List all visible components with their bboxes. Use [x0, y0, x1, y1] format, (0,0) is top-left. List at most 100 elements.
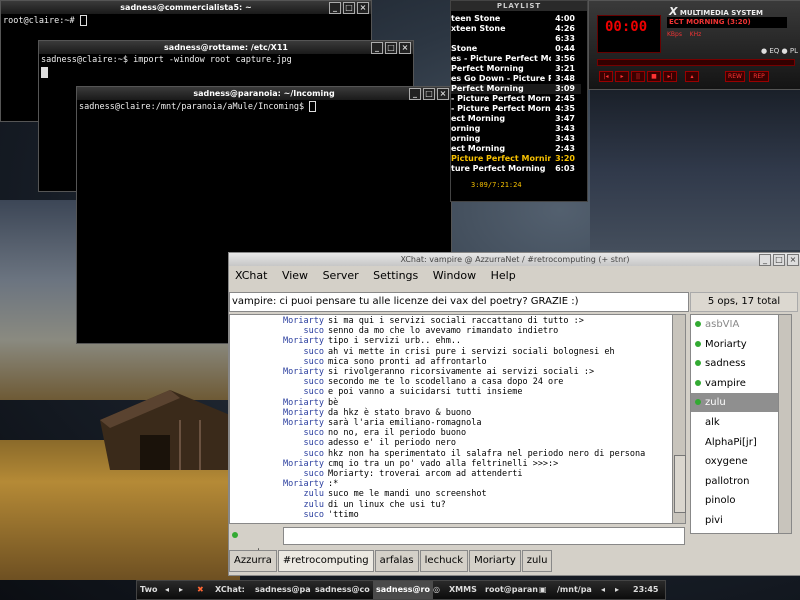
topic-field[interactable]: vampire: ci puoi pensare tu alle licenze… — [229, 292, 689, 312]
message-nick[interactable]: Moriarty — [230, 459, 324, 469]
maximize-icon[interactable]: □ — [773, 254, 785, 266]
user-list-item[interactable]: pallotron — [691, 472, 779, 491]
message-nick[interactable]: zulu — [230, 489, 324, 499]
terminal-titlebar[interactable]: sadness@commercialista5: ~ _ □ × — [1, 1, 371, 14]
channel-tab[interactable]: zulu — [521, 550, 553, 572]
minimize-icon[interactable]: _ — [371, 42, 383, 54]
message-nick[interactable]: Moriarty — [230, 316, 324, 326]
menu-view[interactable]: View — [282, 269, 308, 282]
playlist-row[interactable]: ect Morning 2:43 — [451, 144, 581, 154]
message-nick[interactable]: suco — [230, 357, 324, 367]
playlist-row[interactable]: orning 3:43 — [451, 124, 581, 134]
playlist-row[interactable]: xteen Stone 4:26 — [451, 24, 581, 34]
message-nick[interactable]: Moriarty — [230, 398, 324, 408]
user-list-item[interactable]: pivi — [691, 511, 779, 530]
message-nick[interactable]: suco — [230, 469, 324, 479]
close-icon[interactable]: × — [787, 254, 799, 266]
message-nick[interactable]: Moriarty — [230, 336, 324, 346]
maximize-icon[interactable]: □ — [385, 42, 397, 54]
user-list-item[interactable]: AlphaPi[jr] — [691, 433, 779, 452]
playlist-row[interactable]: - Picture Perfect Morning 2:45 — [451, 94, 581, 104]
task-root-paran[interactable]: root@paran — [485, 581, 538, 599]
user-list-item[interactable]: pinolo — [691, 491, 779, 510]
user-list[interactable]: asbVIA Moriarty sadness vampire zulu alk Alpha… — [690, 314, 780, 534]
task-xchat[interactable]: XChat: — [215, 581, 245, 599]
task-prev-icon[interactable]: ◂ — [601, 581, 605, 599]
user-list-item[interactable]: zulu — [691, 393, 779, 413]
user-list-item[interactable]: sadness — [691, 354, 779, 373]
playlist-row[interactable]: - Picture Perfect Morning 4:35 — [451, 104, 581, 114]
seek-bar[interactable] — [597, 59, 795, 66]
next-desktop-icon[interactable]: ▸ — [179, 581, 183, 599]
channel-tab[interactable]: Moriarty — [469, 550, 521, 572]
nick-button[interactable]: vampire — [229, 527, 281, 559]
task-xmms[interactable]: XMMS — [449, 581, 477, 599]
message-nick[interactable]: suco — [230, 428, 324, 438]
channel-tab[interactable]: lechuck — [419, 550, 469, 572]
task-next-icon[interactable]: ▸ — [615, 581, 619, 599]
menu-server[interactable]: Server — [323, 269, 359, 282]
channel-tab[interactable]: #retrocomputing — [277, 550, 374, 572]
message-nick[interactable]: Moriarty — [230, 418, 324, 428]
user-list-scrollbar[interactable] — [778, 314, 792, 534]
close-icon[interactable]: × — [437, 88, 449, 100]
channel-tab[interactable]: Azzurra — [229, 550, 277, 572]
xmms-playlist-window[interactable]: PLAYLIST teen Stone 4:00 xteen Stone 4:26 6:… — [450, 0, 588, 202]
terminal-titlebar[interactable]: sadness@paranoia: ~/Incoming _ □ × — [77, 87, 451, 100]
pause-button[interactable]: || — [631, 71, 645, 82]
user-list-item[interactable]: vampire — [691, 374, 779, 393]
user-list-item[interactable]: asbVIA — [691, 315, 779, 334]
play-button[interactable]: ▸ — [615, 71, 629, 82]
message-nick[interactable]: suco — [230, 510, 324, 520]
user-list-item[interactable]: alk — [691, 413, 779, 432]
user-list-item[interactable]: oxygene — [691, 452, 779, 471]
message-nick[interactable]: Moriarty — [230, 479, 324, 489]
next-button[interactable]: ▸| — [663, 71, 677, 82]
terminal-titlebar[interactable]: sadness@rottame: /etc/X11 _ □ × — [39, 41, 413, 54]
message-nick[interactable]: suco — [230, 326, 324, 336]
playlist-row[interactable]: Stone 0:44 — [451, 44, 581, 54]
stop-button[interactable]: ■ — [647, 71, 661, 82]
message-nick[interactable]: suco — [230, 387, 324, 397]
channel-tab[interactable]: arfalas — [374, 550, 419, 572]
message-nick[interactable]: suco — [230, 377, 324, 387]
chat-scrollbar[interactable] — [672, 314, 686, 524]
minimize-icon[interactable]: _ — [329, 2, 341, 14]
playlist-row[interactable]: Picture Perfect Morning 3:20 — [451, 154, 581, 164]
prev-desktop-icon[interactable]: ◂ — [165, 581, 169, 599]
playlist-row[interactable]: Perfect Morning 3:21 — [451, 64, 581, 74]
menu-settings[interactable]: Settings — [373, 269, 418, 282]
playlist-row[interactable]: Perfect Morning 3:09 — [451, 84, 581, 94]
message-nick[interactable]: Moriarty — [230, 408, 324, 418]
prev-button[interactable]: |◂ — [599, 71, 613, 82]
xchat-titlebar[interactable]: XChat: vampire @ AzzurraNet / #retrocomp… — [229, 253, 800, 266]
message-nick[interactable]: suco — [230, 347, 324, 357]
message-nick[interactable]: suco — [230, 438, 324, 448]
message-nick[interactable]: suco — [230, 449, 324, 459]
rep-button[interactable]: REP — [749, 71, 769, 82]
eject-button[interactable]: ▴ — [685, 71, 699, 82]
close-icon[interactable]: × — [399, 42, 411, 54]
task-sadness-co[interactable]: sadness@co — [315, 581, 370, 599]
playlist-row[interactable]: 6:33 — [451, 34, 581, 44]
xmms-main-window[interactable]: 00:00 X MULTIMEDIA SYSTEM ECT MORNING (3… — [588, 0, 800, 90]
playlist-row[interactable]: es - Picture Perfect Morning 3:56 — [451, 54, 581, 64]
message-nick[interactable]: zulu — [230, 500, 324, 510]
minimize-icon[interactable]: _ — [409, 88, 421, 100]
rew-button[interactable]: REW — [725, 71, 745, 82]
maximize-icon[interactable]: □ — [343, 2, 355, 14]
scrollbar-thumb[interactable] — [674, 455, 686, 513]
message-nick[interactable]: Moriarty — [230, 367, 324, 377]
xchat-window[interactable]: XChat: vampire @ AzzurraNet / #retrocomp… — [228, 252, 800, 576]
minimize-icon[interactable]: _ — [759, 254, 771, 266]
playlist-title[interactable]: PLAYLIST — [451, 1, 587, 11]
playlist-row[interactable]: ect Morning 3:47 — [451, 114, 581, 124]
eq-toggle[interactable]: ● EQ ● PL — [761, 47, 798, 55]
playlist-row[interactable]: teen Stone 4:00 — [451, 14, 581, 24]
chat-log[interactable]: Moriarty si ma qui i servizi sociali racc… — [229, 314, 673, 524]
playlist-row[interactable]: orning 3:43 — [451, 134, 581, 144]
desktop-name[interactable]: Two — [140, 581, 157, 599]
close-icon[interactable]: × — [357, 2, 369, 14]
task-mnt-pa[interactable]: /mnt/pa — [557, 581, 592, 599]
playlist-row[interactable]: ture Perfect Morning 6:03 — [451, 164, 581, 174]
